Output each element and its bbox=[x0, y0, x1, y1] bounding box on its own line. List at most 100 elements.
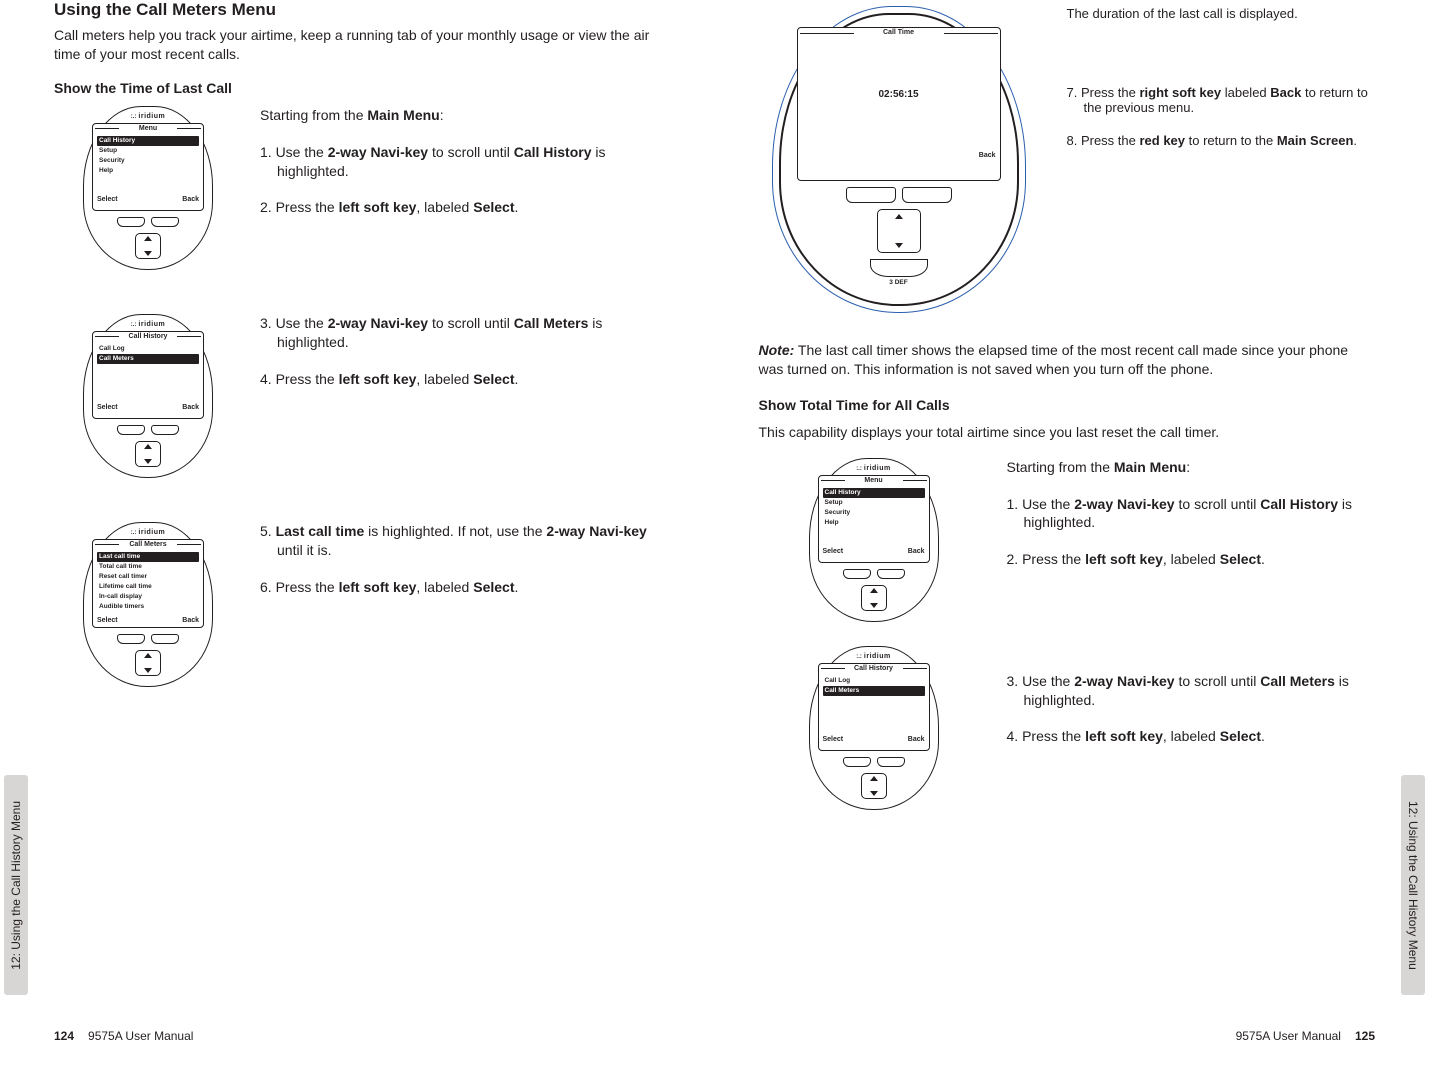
menu-row: Security bbox=[823, 508, 925, 518]
phone-brand: iridium bbox=[92, 113, 204, 120]
right-soft-key[interactable] bbox=[902, 187, 952, 203]
step-2: 2. Press the left soft key, labeled Sele… bbox=[277, 198, 671, 217]
screen-title: Menu bbox=[139, 125, 157, 132]
phone-screen: Call Meters Last call time Total call ti… bbox=[92, 539, 204, 628]
menu-row: Last call time bbox=[97, 552, 199, 562]
phone-brand: iridium bbox=[818, 653, 930, 660]
section-title: Using the Call Meters Menu bbox=[54, 0, 671, 20]
nav-down-icon bbox=[870, 791, 878, 796]
right-soft-key[interactable] bbox=[877, 757, 905, 767]
call-time-value: 02:56:15 bbox=[878, 89, 918, 100]
soft-right-label: Back bbox=[908, 548, 925, 555]
screen-title: Call Time bbox=[883, 29, 914, 36]
note-label: Note: bbox=[759, 342, 795, 358]
screen-title: Menu bbox=[864, 477, 882, 484]
step-2: 2. Press the left soft key, labeled Sele… bbox=[1024, 550, 1376, 569]
step-5: 5. Last call time is highlighted. If not… bbox=[277, 522, 671, 560]
scroll-up-icon: ↑ bbox=[195, 138, 199, 146]
phone-brand: iridium bbox=[92, 321, 204, 328]
scroll-up-icon: ↑ bbox=[921, 490, 925, 498]
step-4: 4. Press the left soft key, labeled Sele… bbox=[1024, 727, 1376, 746]
right-soft-key[interactable] bbox=[877, 569, 905, 579]
phone-menu: iridium Menu ↑ Call History Setup Securi… bbox=[83, 106, 213, 270]
right-soft-key[interactable] bbox=[151, 425, 179, 435]
soft-right-label: Back bbox=[979, 152, 996, 159]
menu-row: Call History bbox=[823, 488, 925, 498]
menu-row: Call Log bbox=[97, 344, 199, 354]
page-number: 125 bbox=[1355, 1029, 1375, 1043]
left-soft-key[interactable] bbox=[843, 569, 871, 579]
nav-up-icon bbox=[895, 214, 903, 219]
nav-up-icon bbox=[870, 776, 878, 781]
left-soft-key[interactable] bbox=[117, 217, 145, 227]
phone-brand: iridium bbox=[92, 529, 204, 536]
phone-screen: Call Time 02:56:15 Back bbox=[797, 27, 1001, 181]
phone-call-meters: iridium Call Meters Last call time Total… bbox=[83, 522, 213, 687]
step-7: 7. Press the right soft key labeled Back… bbox=[1084, 85, 1376, 115]
step-intro: Starting from the Main Menu: bbox=[277, 106, 671, 125]
menu-row: Help bbox=[823, 518, 925, 528]
soft-left-label: Select bbox=[97, 617, 118, 624]
nav-up-icon bbox=[144, 653, 152, 658]
navi-key[interactable] bbox=[135, 233, 161, 259]
soft-left-label: Select bbox=[97, 196, 118, 203]
menu-row: Audible timers bbox=[97, 602, 199, 612]
red-key[interactable] bbox=[870, 259, 928, 277]
navi-key[interactable] bbox=[135, 650, 161, 676]
page-footer-left: 1249575A User Manual bbox=[54, 1029, 193, 1043]
phone-screen: Menu ↑ Call History Setup Security Help … bbox=[92, 123, 204, 211]
navi-key[interactable] bbox=[861, 585, 887, 611]
right-soft-key[interactable] bbox=[151, 217, 179, 227]
subsection-total-time: Show Total Time for All Calls bbox=[759, 397, 1376, 413]
right-soft-key[interactable] bbox=[151, 634, 179, 644]
soft-left-label: Select bbox=[97, 404, 118, 411]
chapter-tab-left: 12: Using the Call History Menu bbox=[4, 775, 28, 995]
menu-row: In-call display bbox=[97, 592, 199, 602]
phone-screen: Call History Call Log Call Meters Select… bbox=[92, 331, 204, 419]
nav-up-icon bbox=[870, 588, 878, 593]
menu-row: Lifetime call time bbox=[97, 582, 199, 592]
phone-call-history: iridium Call History Call Log Call Meter… bbox=[83, 314, 213, 478]
note-block: Note: The last call timer shows the elap… bbox=[759, 341, 1376, 379]
soft-right-label: Back bbox=[182, 196, 199, 203]
callout-duration: The duration of the last call is display… bbox=[1067, 6, 1376, 21]
phone-menu: iridium Menu ↑ Call History Setup Securi… bbox=[809, 458, 939, 622]
subsection-total-intro: This capability displays your total airt… bbox=[759, 423, 1376, 442]
menu-row: Call Log bbox=[823, 676, 925, 686]
step-1: 1. Use the 2-way Navi-key to scroll unti… bbox=[1024, 495, 1376, 533]
left-soft-key[interactable] bbox=[846, 187, 896, 203]
nav-down-icon bbox=[895, 243, 903, 248]
menu-row: Security bbox=[97, 156, 199, 166]
left-soft-key[interactable] bbox=[117, 425, 145, 435]
menu-row: Call Meters bbox=[97, 354, 199, 364]
section-intro: Call meters help you track your airtime,… bbox=[54, 26, 671, 64]
navi-key[interactable] bbox=[135, 441, 161, 467]
left-soft-key[interactable] bbox=[843, 757, 871, 767]
left-soft-key[interactable] bbox=[117, 634, 145, 644]
screen-title: Call History bbox=[129, 333, 168, 340]
menu-row: Reset call timer bbox=[97, 572, 199, 582]
nav-down-icon bbox=[144, 459, 152, 464]
menu-row: Call Meters bbox=[823, 686, 925, 696]
nav-down-icon bbox=[144, 251, 152, 256]
nav-up-icon bbox=[144, 236, 152, 241]
step-intro: Starting from the Main Menu: bbox=[1024, 458, 1376, 477]
nav-down-icon bbox=[870, 603, 878, 608]
phone-brand: iridium bbox=[818, 465, 930, 472]
navi-key[interactable] bbox=[861, 773, 887, 799]
soft-right-label: Back bbox=[908, 736, 925, 743]
screen-title: Call History bbox=[854, 665, 893, 672]
soft-left-label: Select bbox=[823, 548, 844, 555]
note-body: The last call timer shows the elapsed ti… bbox=[759, 342, 1349, 377]
step-3: 3. Use the 2-way Navi-key to scroll unti… bbox=[277, 314, 671, 352]
manual-name: 9575A User Manual bbox=[1236, 1029, 1341, 1043]
subsection-last-call: Show the Time of Last Call bbox=[54, 80, 671, 96]
soft-right-label: Back bbox=[182, 404, 199, 411]
step-1: 1. Use the 2-way Navi-key to scroll unti… bbox=[277, 143, 671, 181]
navi-key[interactable] bbox=[877, 209, 921, 253]
menu-row: Help bbox=[97, 166, 199, 176]
step-3: 3. Use the 2-way Navi-key to scroll unti… bbox=[1024, 672, 1376, 710]
step-8: 8. Press the red key to return to the Ma… bbox=[1084, 133, 1376, 148]
soft-left-label: Select bbox=[823, 736, 844, 743]
menu-row: Setup bbox=[823, 498, 925, 508]
